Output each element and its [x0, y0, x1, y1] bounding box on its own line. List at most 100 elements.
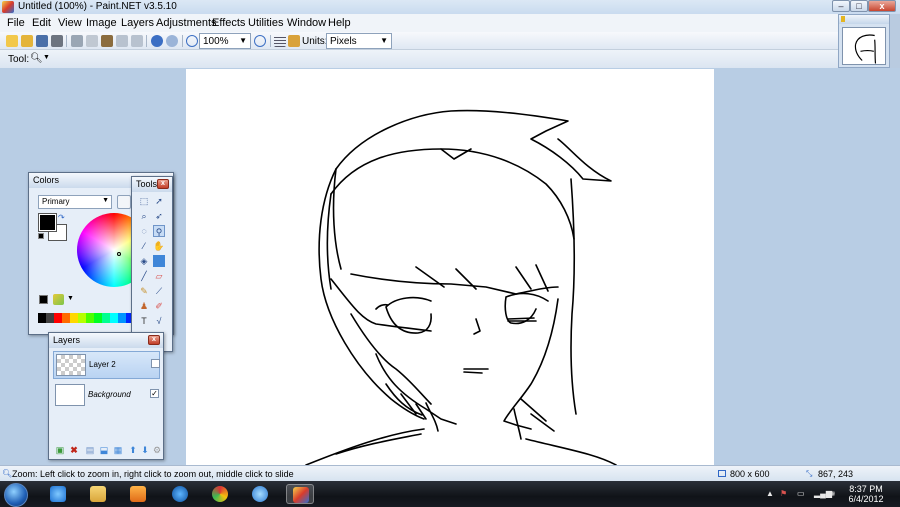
- text-tool-icon[interactable]: T: [138, 315, 150, 327]
- close-button[interactable]: x: [868, 0, 896, 12]
- recolor-icon[interactable]: ✐: [153, 300, 165, 312]
- tools-window[interactable]: Tools x ⬚ ➚ ⌕ ➶ ◌ ⚲ ⁄ ✋ ◈ ╱ ▱ ✎ ⟋ ♟ ✐ T …: [131, 176, 173, 352]
- taskbar-chrome[interactable]: [206, 484, 234, 504]
- delete-layer-icon[interactable]: ✖: [69, 445, 79, 455]
- eraser-icon[interactable]: ▱: [153, 270, 165, 282]
- menu-edit[interactable]: Edit: [32, 17, 51, 29]
- chevron-down-icon[interactable]: ▼: [43, 54, 50, 61]
- ellipse-select-icon[interactable]: ◌: [138, 225, 150, 237]
- clone-stamp-icon[interactable]: ♟: [138, 300, 150, 312]
- zoom-select[interactable]: 100% ▼: [199, 33, 251, 49]
- menu-image[interactable]: Image: [86, 17, 117, 29]
- color-palette-strip[interactable]: [38, 313, 134, 323]
- menu-window[interactable]: Window: [287, 17, 326, 29]
- move-selection-icon[interactable]: ➶: [153, 210, 165, 222]
- mini-color-swatch[interactable]: [39, 295, 48, 304]
- magic-wand-icon[interactable]: ⁄: [138, 240, 150, 252]
- primary-color-swatch[interactable]: [38, 213, 57, 232]
- menu-effects[interactable]: Effects: [212, 17, 245, 29]
- layer-visibility-checkbox[interactable]: ✓: [150, 389, 159, 398]
- taskbar-paintnet[interactable]: [286, 484, 314, 504]
- tools-close-button[interactable]: x: [157, 179, 169, 189]
- grid-icon[interactable]: [274, 35, 286, 47]
- zoom-out-icon[interactable]: [186, 35, 198, 47]
- maximize-button[interactable]: □: [850, 0, 868, 12]
- move-layer-down-icon[interactable]: ⬇: [140, 445, 150, 455]
- zoom-value: 100%: [203, 36, 229, 47]
- menu-utilities[interactable]: Utilities: [248, 17, 283, 29]
- tray-volume-icon[interactable]: 🔊︎: [830, 489, 835, 499]
- image-thumbnail-panel[interactable]: [838, 14, 890, 68]
- magnifier-icon[interactable]: 🔍︎: [30, 53, 43, 64]
- palette-icon[interactable]: [53, 294, 64, 305]
- rectangle-select-icon[interactable]: ⬚: [138, 195, 150, 207]
- menu-file[interactable]: File: [7, 17, 25, 29]
- rulers-icon[interactable]: [288, 35, 300, 47]
- pin-icon[interactable]: [841, 16, 845, 22]
- paste-icon[interactable]: [101, 35, 113, 47]
- tray-expand-icon[interactable]: ▲: [766, 489, 774, 498]
- swap-colors-icon[interactable]: ↷: [58, 213, 65, 222]
- move-selected-icon[interactable]: ➚: [153, 195, 165, 207]
- taskbar-app[interactable]: [166, 484, 194, 504]
- taskbar-itunes[interactable]: [246, 484, 274, 504]
- menu-help[interactable]: Help: [328, 17, 351, 29]
- crop-icon[interactable]: [116, 35, 128, 47]
- color-picker-icon[interactable]: ⟋: [153, 285, 165, 297]
- save-icon[interactable]: [36, 35, 48, 47]
- taskbar-explorer[interactable]: [84, 484, 112, 504]
- lasso-select-icon[interactable]: ⌕: [138, 210, 150, 222]
- tray-time: 8:37 PM: [849, 484, 883, 494]
- tray-clock[interactable]: 8:37 PM 6/4/2012: [846, 484, 886, 504]
- layer-properties-icon[interactable]: ▦: [113, 445, 123, 455]
- deselect-icon[interactable]: [131, 35, 143, 47]
- windows-taskbar: ▲ ⚑ ▭ ▂▄▆ 🔊︎ 8:37 PM 6/4/2012: [0, 481, 900, 507]
- undo-icon[interactable]: [151, 35, 163, 47]
- tray-display-icon[interactable]: ▭: [797, 489, 805, 498]
- tool-options-bar: Tool: 🔍︎ ▼: [0, 50, 838, 68]
- taskbar-media-player[interactable]: [124, 484, 152, 504]
- layer-settings-icon[interactable]: ⚙: [152, 445, 162, 455]
- layers-window-title[interactable]: Layers: [49, 333, 163, 348]
- menu-view[interactable]: View: [58, 17, 82, 29]
- copy-icon[interactable]: [86, 35, 98, 47]
- layer-row[interactable]: Layer 2: [53, 351, 160, 379]
- menu-layers[interactable]: Layers: [121, 17, 154, 29]
- layer-row[interactable]: Background ✓: [53, 382, 160, 410]
- layer-visibility-checkbox[interactable]: [151, 359, 160, 368]
- paint-bucket-icon[interactable]: ◈: [138, 255, 150, 267]
- add-layer-icon[interactable]: ▣: [55, 445, 65, 455]
- image-thumbnail[interactable]: [842, 27, 886, 65]
- pan-icon[interactable]: ✋: [153, 240, 165, 252]
- open-icon[interactable]: [21, 35, 33, 47]
- drawing-canvas[interactable]: [186, 69, 714, 465]
- move-layer-up-icon[interactable]: ⬆: [128, 445, 138, 455]
- units-select[interactable]: Pixels ▼: [326, 33, 392, 49]
- redo-icon[interactable]: [166, 35, 178, 47]
- chevron-down-icon[interactable]: ▼: [67, 295, 74, 302]
- duplicate-layer-icon[interactable]: ▤: [85, 445, 95, 455]
- taskbar-internet-explorer[interactable]: [44, 484, 72, 504]
- minimize-button[interactable]: –: [832, 0, 850, 12]
- gradient-icon[interactable]: [153, 255, 165, 267]
- new-image-icon[interactable]: [6, 35, 18, 47]
- more-colors-button[interactable]: [117, 195, 131, 209]
- cut-icon[interactable]: [71, 35, 83, 47]
- merge-layer-down-icon[interactable]: ⬓: [99, 445, 109, 455]
- pencil-icon[interactable]: ✎: [138, 285, 150, 297]
- menu-adjustments[interactable]: Adjustments: [156, 17, 217, 29]
- color-mode-select[interactable]: Primary ▼: [38, 195, 112, 209]
- tray-flag-icon[interactable]: ⚑: [780, 489, 787, 498]
- paintnet-app-icon: [2, 1, 14, 13]
- line-curve-icon[interactable]: √: [153, 315, 165, 327]
- start-button[interactable]: [4, 483, 28, 507]
- color-wheel-marker[interactable]: [117, 252, 121, 256]
- cursor-position: 867, 243: [818, 469, 854, 479]
- paintbrush-icon[interactable]: ╱: [138, 270, 150, 282]
- zoom-tool-icon[interactable]: ⚲: [153, 225, 165, 237]
- print-icon[interactable]: [51, 35, 63, 47]
- layers-close-button[interactable]: x: [148, 335, 160, 345]
- layers-window[interactable]: Layers x Layer 2 Background ✓ ▣ ✖ ▤ ⬓ ▦ …: [48, 332, 164, 460]
- reset-colors-icon[interactable]: [38, 233, 44, 239]
- zoom-in-icon[interactable]: [254, 35, 266, 47]
